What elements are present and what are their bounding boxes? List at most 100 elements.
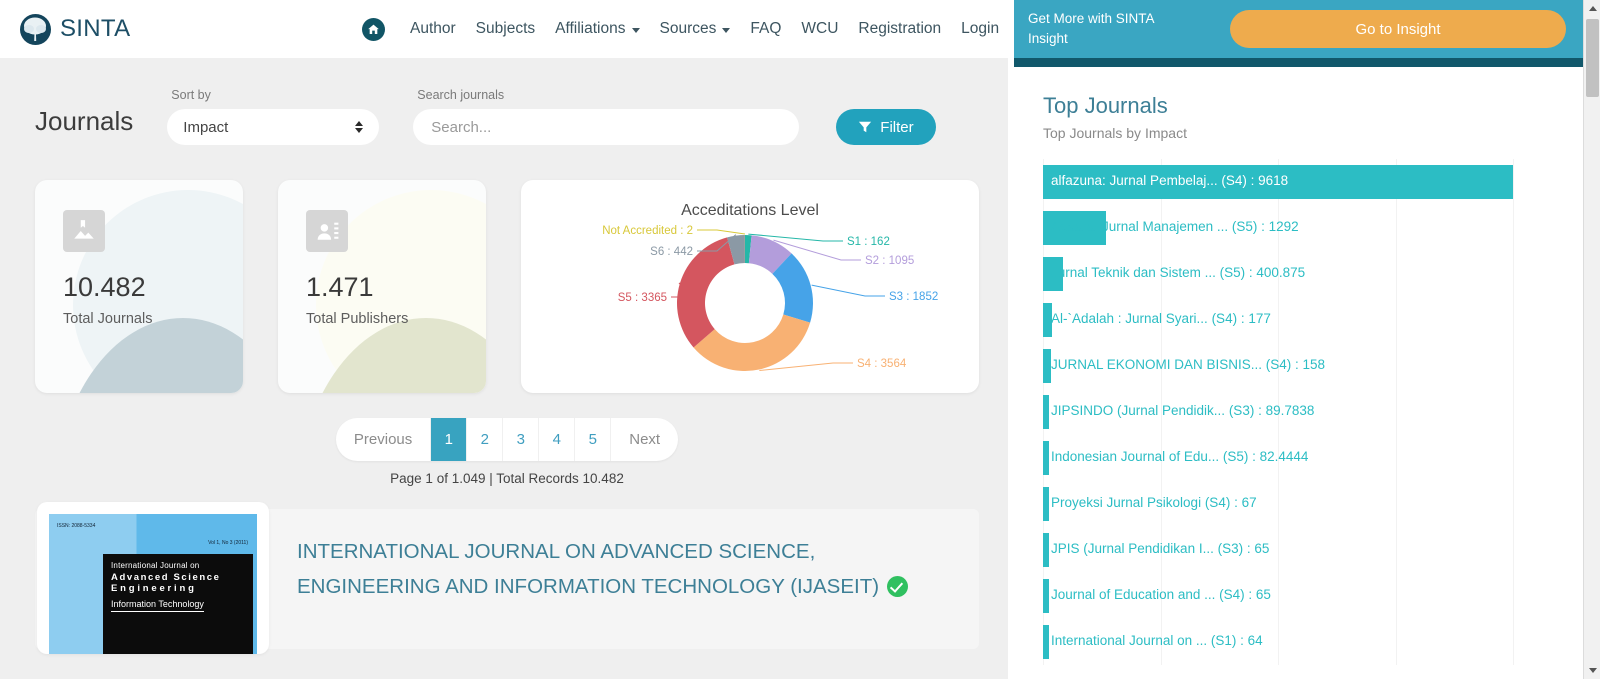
- stat-card-total-journals: 10.482 Total Journals: [35, 180, 243, 393]
- donut-slice-label: S6 : 442: [650, 246, 693, 258]
- pagination-page-1[interactable]: 1: [431, 418, 467, 461]
- page-title: Journals: [35, 106, 133, 145]
- funnel-icon: [858, 120, 872, 134]
- pagination-next[interactable]: Next: [611, 418, 678, 461]
- bar-label: Journal of Education and ... (S4) : 65: [1051, 587, 1271, 602]
- brand-name: SINTA: [60, 15, 130, 43]
- donut-slice-label: S3 : 1852: [889, 291, 938, 303]
- bar-chart-row[interactable]: alfazuna: Jurnal Pembelaj... (S4) : 9618: [1043, 159, 1543, 205]
- banner-underline: [1014, 58, 1584, 67]
- pagination-previous[interactable]: Previous: [336, 418, 431, 461]
- scrollbar-down-arrow-icon[interactable]: [1584, 662, 1600, 679]
- donut-leader-line: [697, 230, 745, 234]
- journal-cover-thumbnail[interactable]: ISSN: 2088-5334 Vol 1, No 3 (2011) Inter…: [37, 502, 269, 654]
- bar-label: Proyeksi Jurnal Psikologi (S4) : 67: [1051, 495, 1257, 510]
- sort-by-label: Sort by: [167, 88, 379, 102]
- bar-chart-row[interactable]: Jurnal Teknik dan Sistem ... (S5) : 400.…: [1043, 251, 1543, 297]
- nav-links: Author Subjects Affiliations Sources FAQ…: [362, 0, 1009, 58]
- cover-line-2: Advanced Science: [111, 572, 247, 583]
- go-to-insight-button[interactable]: Go to Insight: [1230, 10, 1566, 48]
- accreditations-donut-chart: S1 : 162 S2 : 1095 S3 : 1852 S4 : 3564 S5 : …: [521, 216, 971, 391]
- bar-chart-row[interactable]: JIPSINDO (Jurnal Pendidik... (S3) : 89.7…: [1043, 389, 1543, 435]
- bar-label: JPIS (Jurnal Pendidikan I... (S3) : 65: [1051, 541, 1269, 556]
- top-journals-title: Top Journals: [1043, 93, 1584, 119]
- browser-scrollbar[interactable]: [1583, 0, 1600, 679]
- journal-title-link[interactable]: INTERNATIONAL JOURNAL ON ADVANCED SCIENC…: [297, 535, 957, 605]
- nav-link-wcu[interactable]: WCU: [791, 20, 848, 38]
- bar-chart-row[interactable]: International Journal on ... (S1) : 64: [1043, 619, 1543, 665]
- main-content-column: SINTA Author Subjects Affiliations Sourc…: [0, 0, 1014, 679]
- bar-chart-row[interactable]: Proyeksi Jurnal Psikologi (S4) : 67: [1043, 481, 1543, 527]
- bar-label: International Journal on ... (S1) : 64: [1051, 633, 1263, 648]
- scrollbar-thumb[interactable]: [1586, 19, 1599, 97]
- nav-link-label: Affiliations: [555, 20, 625, 38]
- nav-link-sources[interactable]: Sources: [650, 20, 741, 38]
- journal-title-text: INTERNATIONAL JOURNAL ON ADVANCED SCIENC…: [297, 540, 879, 598]
- nav-link-affiliations[interactable]: Affiliations: [545, 20, 649, 38]
- bar-chart-row[interactable]: Journal of Education and ... (S4) : 65: [1043, 573, 1543, 619]
- bar-chart-row[interactable]: JPIS (Jurnal Pendidikan I... (S3) : 65: [1043, 527, 1543, 573]
- home-icon[interactable]: [362, 18, 385, 41]
- stat-cards-row: 10.482 Total Journals 1.471 Total Publis…: [0, 180, 1014, 393]
- bar-chart-row[interactable]: JURNAL EKONOMI DAN BISNIS... (S4) : 158: [1043, 343, 1543, 389]
- cover-line-3: Engineering: [111, 583, 247, 594]
- nav-link-label: Subjects: [476, 20, 535, 38]
- nav-link-subjects[interactable]: Subjects: [466, 20, 545, 38]
- donut-slice-label: S4 : 3564: [857, 358, 907, 370]
- stat-value: 1.471: [306, 272, 486, 303]
- nav-link-registration[interactable]: Registration: [848, 20, 951, 38]
- nav-link-label: Registration: [858, 20, 941, 38]
- donut-slice-label: S5 : 3365: [618, 292, 667, 304]
- bar-chart-row[interactable]: Al-`Adalah : Jurnal Syari... (S4) : 177: [1043, 297, 1543, 343]
- chart-title: Acceditations Level: [521, 180, 979, 220]
- contact-card-icon: [306, 210, 348, 252]
- nav-link-label: FAQ: [750, 20, 781, 38]
- sort-select[interactable]: Impact: [167, 109, 379, 145]
- stat-label: Total Publishers: [306, 311, 486, 327]
- bookmark-image-icon: [63, 210, 105, 252]
- bar-label: Adaara: Jurnal Manajemen ... (S5) : 1292: [1051, 219, 1299, 234]
- search-journals-field: Search journals: [413, 88, 799, 145]
- sort-by-field: Sort by Impact: [167, 88, 379, 145]
- nav-link-author[interactable]: Author: [400, 20, 466, 38]
- pagination-page-5[interactable]: 5: [575, 418, 611, 461]
- sort-select-wrapper: Impact: [167, 109, 379, 145]
- stat-label: Total Journals: [63, 311, 243, 327]
- scrollbar-up-arrow-icon[interactable]: [1584, 0, 1600, 17]
- bar: [1043, 625, 1049, 659]
- brand-logo[interactable]: SINTA: [20, 14, 130, 45]
- filter-button[interactable]: Filter: [836, 109, 935, 145]
- bar-label: Indonesian Journal of Edu... (S5) : 82.4…: [1051, 449, 1308, 464]
- pagination-page-2[interactable]: 2: [467, 418, 503, 461]
- donut-leader-line: [812, 285, 885, 296]
- chevron-down-icon: [722, 28, 730, 33]
- insight-headline: Get More with SINTA Insight: [1028, 9, 1178, 48]
- top-journals-bar-chart: alfazuna: Jurnal Pembelaj... (S4) : 9618…: [1043, 159, 1543, 659]
- donut-slice-label: S2 : 1095: [865, 255, 914, 267]
- top-navbar: SINTA Author Subjects Affiliations Sourc…: [0, 0, 1014, 58]
- pagination-page-4[interactable]: 4: [539, 418, 575, 461]
- filter-button-label: Filter: [880, 119, 913, 136]
- pagination-page-3[interactable]: 3: [503, 418, 539, 461]
- nav-link-login[interactable]: Login: [951, 20, 1009, 38]
- stat-value: 10.482: [63, 272, 243, 303]
- donut-slice-label: Not Accredited : 2: [602, 225, 693, 237]
- nav-link-label: Login: [961, 20, 999, 38]
- pagination-info: Page 1 of 1.049 | Total Records 10.482: [0, 471, 1014, 486]
- donut-slice-label: S1 : 162: [847, 236, 890, 248]
- cover-issn: ISSN: 2088-5334: [57, 523, 95, 529]
- nav-link-label: Sources: [660, 20, 717, 38]
- bar-chart-row[interactable]: Adaara: Jurnal Manajemen ... (S5) : 1292: [1043, 205, 1543, 251]
- bar: [1043, 579, 1049, 613]
- bar-chart-row[interactable]: Indonesian Journal of Edu... (S5) : 82.4…: [1043, 435, 1543, 481]
- chevron-down-icon: [632, 28, 640, 33]
- cover-line-1: International Journal on: [111, 561, 247, 570]
- nav-link-faq[interactable]: FAQ: [740, 20, 791, 38]
- bar: [1043, 395, 1049, 429]
- nav-link-label: Author: [410, 20, 456, 38]
- donut-slice: [694, 315, 811, 371]
- search-input[interactable]: [413, 109, 799, 145]
- pagination-control: Previous 1 2 3 4 5 Next: [336, 418, 678, 461]
- top-journals-header: Top Journals Top Journals by Impact: [1014, 67, 1584, 141]
- top-journals-subtitle: Top Journals by Impact: [1043, 125, 1584, 141]
